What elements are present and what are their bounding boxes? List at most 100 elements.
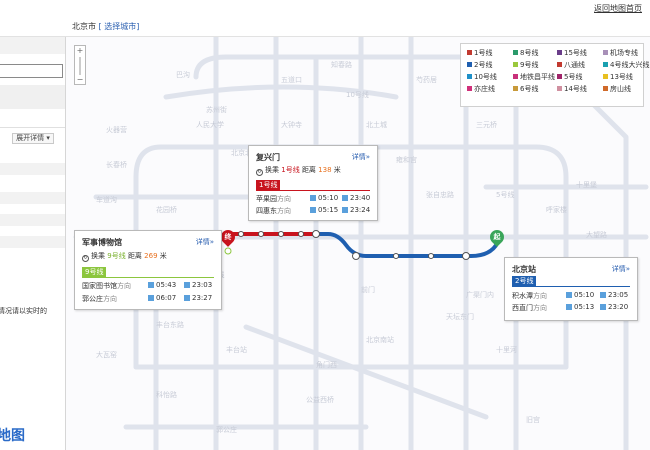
card-detail-link[interactable]: 详情» — [612, 264, 630, 274]
legend-swatch — [467, 50, 472, 55]
card-title: 北京站 — [512, 265, 536, 274]
list-item[interactable] — [0, 214, 65, 226]
start-pin[interactable]: 起 — [487, 227, 507, 248]
end-pin[interactable]: 终 — [218, 227, 238, 248]
legend-swatch — [467, 86, 472, 91]
station-label: 火器营 — [106, 125, 127, 134]
legend-label: 机场专线 — [610, 49, 638, 57]
legend-label: 2号线 — [474, 61, 493, 69]
station-label: 呼家楼 — [546, 205, 567, 214]
header-bar: 北京市 [ 选择城市] 返回地图首页 — [0, 0, 650, 37]
last-train-time: 23:40 — [350, 194, 371, 202]
line-badge: 2号线 — [512, 276, 537, 286]
direction-station: 国家图书馆 — [82, 282, 117, 290]
expand-details-label: 展开详情 — [16, 134, 45, 142]
distance-unit: 米 — [333, 166, 341, 174]
route-input[interactable] — [0, 64, 63, 78]
line-badge: 9号线 — [82, 267, 107, 277]
last-train: 23:05 — [600, 291, 628, 299]
station-label: 雍和宫 — [396, 155, 417, 164]
subway-map[interactable]: 巴沟 苏州街 五道口 知春路 10号线 芍药居 火器营 人民大学 大钟寺 北土城… — [66, 37, 650, 450]
last-train-time: 23:05 — [608, 291, 629, 299]
direction-label: 方向 — [533, 292, 547, 300]
map-home-link[interactable]: 返回地图首页 — [594, 3, 642, 14]
select-city-link[interactable]: [ 选择城市] — [99, 22, 140, 31]
legend-label: 15号线 — [564, 49, 587, 57]
last-train-time: 23:03 — [192, 281, 213, 289]
station-label: 车道沟 — [96, 195, 117, 204]
line-badge-underline — [256, 190, 370, 191]
first-train-icon — [148, 282, 154, 288]
card-title: 复兴门 — [256, 153, 280, 162]
legend-label: 房山线 — [610, 85, 631, 93]
direction-label: 方向 — [117, 282, 131, 290]
transfer-line: 9号线 — [107, 252, 126, 260]
station-label: 三元桥 — [476, 120, 497, 129]
first-train: 05:43 — [148, 281, 176, 289]
zoom-in-button[interactable]: + — [75, 46, 85, 55]
card-detail-link[interactable]: 详情» — [196, 237, 214, 247]
direction-row: 积水潭方向 05:10 23:05 — [512, 291, 630, 301]
station-label: 五道口 — [281, 75, 302, 84]
first-train-time: 05:10 — [318, 194, 339, 202]
station-label: 长春桥 — [106, 160, 127, 169]
legend-item: 8号线 — [513, 48, 538, 58]
station-label: 大望路 — [586, 230, 607, 239]
direction-station: 积水潭 — [512, 292, 533, 300]
last-train: 23:40 — [342, 194, 370, 202]
line-badge-underline — [82, 277, 214, 278]
last-train-icon — [184, 282, 190, 288]
direction-row: 郭公庄方向 06:07 23:27 — [82, 294, 214, 304]
route-station — [298, 231, 304, 237]
route-station — [258, 231, 264, 237]
legend-item: 机场专线 — [603, 48, 638, 58]
direction-label: 方向 — [533, 304, 547, 312]
station-label: 天坛东门 — [446, 312, 474, 321]
last-train-icon — [600, 292, 606, 298]
legend-item: 14号线 — [557, 84, 587, 94]
list-item[interactable] — [0, 236, 65, 248]
legend-item: 4号线大兴线 — [603, 60, 649, 70]
transfer-prefix: 换乘 — [265, 166, 279, 174]
route-station — [428, 253, 434, 259]
first-train-icon — [566, 304, 572, 310]
direction-row: 苹果园方向 05:10 23:40 — [256, 194, 370, 204]
current-city: 北京市 — [72, 22, 96, 31]
legend-label: 4号线大兴线 — [610, 61, 650, 69]
direction-station: 郭公庄 — [82, 295, 103, 303]
zoom-slider-track[interactable] — [79, 57, 81, 75]
direction-label: 方向 — [277, 207, 291, 215]
zoom-out-button[interactable]: − — [75, 75, 85, 84]
direction-station: 西直门 — [512, 304, 533, 312]
legend-swatch — [557, 62, 562, 67]
legend-label: 5号线 — [564, 73, 583, 81]
left-panel-grey-area — [0, 85, 65, 109]
last-train-time: 23:20 — [608, 303, 629, 311]
card-detail-link[interactable]: 详情» — [352, 152, 370, 162]
map-link-text[interactable]: 地图 — [0, 425, 25, 445]
transfer-icon: ↻ — [256, 169, 263, 176]
station-card-fuxingmen: 复兴门 详情» ↻ 换乘 1号线 距离 138 米 1号线 苹果园方向 05:10… — [248, 145, 378, 221]
station-card-beijingzhan: 北京站 详情» 2号线 积水潭方向 05:10 23:05 西直门方向 05:1… — [504, 257, 638, 321]
direction-name: 郭公庄方向 — [82, 294, 117, 304]
realtime-note: 情况请以实时的 — [0, 307, 47, 315]
legend-item: 5号线 — [557, 72, 582, 82]
expand-details-button[interactable]: 展开详情 ▾ — [12, 133, 54, 144]
first-train: 05:10 — [566, 291, 594, 299]
first-train-icon — [566, 292, 572, 298]
direction-row: 国家图书馆方向 05:43 23:03 — [82, 281, 214, 291]
legend-swatch — [467, 62, 472, 67]
legend-swatch — [603, 86, 608, 91]
legend-label: 6号线 — [520, 85, 539, 93]
legend-swatch — [513, 62, 518, 67]
last-train-icon — [600, 304, 606, 310]
route-transfer-station — [462, 252, 470, 260]
list-item[interactable] — [0, 192, 65, 204]
end-pin-label: 终 — [224, 233, 232, 241]
list-item[interactable] — [0, 163, 65, 175]
last-train-time: 23:24 — [350, 206, 371, 214]
first-train-time: 05:15 — [318, 206, 339, 214]
last-train: 23:03 — [184, 281, 212, 289]
station-label: 十里堡 — [576, 180, 597, 189]
city-selector: 北京市 [ 选择城市] — [72, 21, 139, 32]
